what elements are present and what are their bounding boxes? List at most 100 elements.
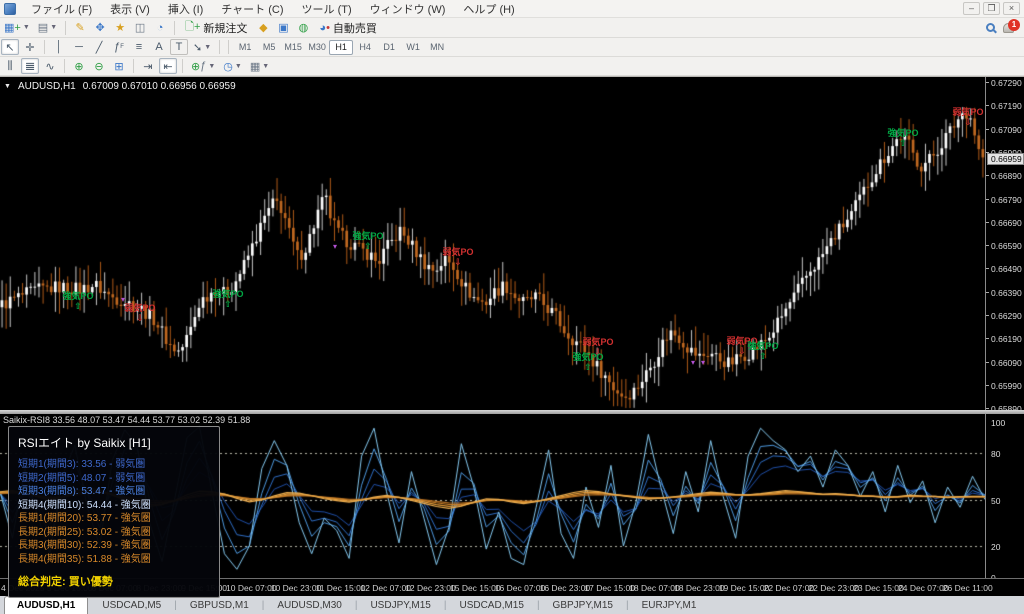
time-axis-label: 12 Dec 07:00	[360, 583, 411, 593]
chart-ohlc: 0.67009 0.67010 0.66956 0.66959	[83, 81, 236, 92]
menu-item[interactable]: ヘルプ (H)	[454, 0, 523, 19]
text-tool-icon[interactable]: A	[150, 39, 168, 55]
minimize-button[interactable]: –	[963, 2, 980, 15]
arrows-tool-icon[interactable]: ➘▼	[190, 39, 214, 55]
chart-tab-gbpjpym15[interactable]: GBPJPY,M15	[541, 597, 625, 614]
zoom-out-icon[interactable]: ⊖	[90, 58, 108, 74]
terminal-icon[interactable]: ◫	[131, 20, 149, 36]
periods-icon[interactable]: ◷▼	[220, 58, 245, 74]
auto-scroll-icon[interactable]: ⇥	[139, 58, 157, 74]
chart-symbol: AUDUSD,H1	[18, 81, 76, 92]
indicator-header: Saikix-RSI8 33.56 48.07 53.47 54.44 53.7…	[3, 415, 250, 425]
timeframe-button-m15[interactable]: M15	[281, 40, 305, 55]
terminal2-icon[interactable]: ▣	[274, 20, 292, 36]
time-axis-label: 24 Dec 07:00	[898, 583, 949, 593]
po-marker-label: 弱気PO	[582, 337, 613, 347]
menu-item[interactable]: ファイル (F)	[22, 0, 101, 19]
timeframe-button-w1[interactable]: W1	[401, 40, 425, 55]
zoom-in-icon[interactable]: ⊕	[70, 58, 88, 74]
timeframe-button-m1[interactable]: M1	[233, 40, 257, 55]
vertical-line-tool-icon[interactable]: │	[50, 39, 68, 55]
timeframe-buttons: M1M5M15M30H1H4D1W1MN	[233, 40, 449, 55]
channel-tool-icon[interactable]: ≡	[130, 39, 148, 55]
timeframe-button-m30[interactable]: M30	[305, 40, 329, 55]
po-marker-bull: 強気PO⇧	[352, 232, 383, 251]
cursor-tool-icon[interactable]: ↖	[1, 39, 19, 55]
menu-item[interactable]: ウィンドウ (W)	[361, 0, 455, 19]
notification-bell-icon[interactable]: 1	[1003, 23, 1014, 33]
auto-trade-button[interactable]: ◕• 自動売買	[313, 19, 383, 36]
indicators-icon[interactable]: ⊕ƒ▼	[188, 58, 218, 74]
restore-button[interactable]: ❐	[983, 2, 1000, 15]
horizontal-line-tool-icon[interactable]: ─	[70, 39, 88, 55]
globe-icon[interactable]: ◍	[294, 20, 312, 36]
time-axis-label: 11 Dec 15:00	[316, 583, 366, 593]
trendline-tool-icon[interactable]: ╱	[90, 39, 108, 55]
chart-window[interactable]: ▼ AUDUSD,H1 0.67009 0.67010 0.66956 0.66…	[0, 76, 1024, 595]
chart-tab-usdjpym15[interactable]: USDJPY,M15	[358, 597, 442, 614]
up-arrow-icon: ⇧	[887, 139, 918, 148]
chart-tab-usdcadm15[interactable]: USDCAD,M15	[447, 597, 535, 614]
time-axis-label: 16 Dec 07:00	[495, 583, 546, 593]
price-axis-label: 0.66590	[991, 241, 1022, 251]
up-arrow-icon: ⇧	[352, 242, 383, 251]
time-axis-label: 10 Dec 07:00	[226, 583, 277, 593]
po-marker-label: 強気PO	[212, 289, 243, 299]
down-arrow-icon: ⇩	[124, 314, 155, 323]
menu-item[interactable]: チャート (C)	[212, 0, 292, 19]
market-watch-icon[interactable]: ✎	[71, 20, 89, 36]
search-icon[interactable]	[986, 23, 995, 32]
fibonacci-tool-icon[interactable]: ƒF	[110, 39, 128, 55]
line-chart-icon[interactable]: ∿	[41, 58, 59, 74]
close-button[interactable]: ×	[1003, 2, 1020, 15]
tile-windows-icon[interactable]: ⊞	[110, 58, 128, 74]
po-marker-bear: 弱気PO⇩	[952, 108, 983, 127]
price-axis-label: 0.65990	[991, 381, 1022, 391]
chart-tab-gbpusdm1[interactable]: GBPUSD,M1	[178, 597, 261, 614]
label-tool-icon[interactable]: T	[170, 39, 188, 55]
chart-collapse-icon[interactable]: ▼	[4, 83, 11, 90]
po-marker-label: 強気PO	[747, 341, 778, 351]
menu-item[interactable]: 表示 (V)	[101, 0, 159, 19]
rsi-panel-row: 短期2(期間5): 48.07 - 弱気圏	[18, 472, 210, 486]
profiles-icon[interactable]: ▤▼	[35, 20, 60, 36]
menu-item[interactable]: 挿入 (I)	[159, 0, 212, 19]
time-axis-label: 12 Dec 23:00	[405, 583, 456, 593]
chart-tab-audusdm30[interactable]: AUDUSD,M30	[265, 597, 353, 614]
timeframe-button-h1[interactable]: H1	[329, 40, 353, 55]
price-axis[interactable]: 0.672900.671900.670900.669900.668900.667…	[985, 77, 1024, 578]
po-marker-label: 強気PO	[572, 352, 603, 362]
app-icon	[4, 3, 16, 15]
timeframe-button-m5[interactable]: M5	[257, 40, 281, 55]
notification-badge: 1	[1008, 19, 1020, 31]
rsi-panel-row: 長期1(期間20): 53.77 - 強気圏	[18, 512, 210, 526]
time-axis-label: 22 Dec 07:00	[764, 583, 815, 593]
new-order-button[interactable]: 🗋+ 新規注文	[179, 19, 253, 36]
chart-tab-audusdh1[interactable]: AUDUSD,H1	[4, 596, 88, 614]
chart-header: ▼ AUDUSD,H1 0.67009 0.67010 0.66956 0.66…	[4, 81, 236, 92]
bar-chart-icon[interactable]: ⫼	[1, 58, 19, 74]
time-axis-label: 10 Dec 23:00	[271, 583, 322, 593]
po-marker-label: 強気PO	[352, 231, 383, 241]
mt4-window: ファイル (F)表示 (V)挿入 (I)チャート (C)ツール (T)ウィンドウ…	[0, 0, 1024, 614]
pane-resize-handle[interactable]	[0, 410, 1024, 414]
crosshair-tool-icon[interactable]: ✛	[21, 39, 39, 55]
time-axis-label: 15 Dec 15:00	[450, 583, 501, 593]
up-arrow-icon: ⇧	[62, 302, 93, 311]
timeframe-button-d1[interactable]: D1	[377, 40, 401, 55]
menu-item[interactable]: ツール (T)	[293, 0, 361, 19]
tester-icon[interactable]: ◔	[151, 20, 169, 36]
navigator-icon[interactable]: ✥	[91, 20, 109, 36]
timeframe-button-h4[interactable]: H4	[353, 40, 377, 55]
po-marker-bear: 弱気PO⇩	[124, 304, 155, 323]
timeframe-button-mn[interactable]: MN	[425, 40, 449, 55]
chart-shift-icon[interactable]: ⇤	[159, 58, 177, 74]
templates-icon[interactable]: ▦▼	[247, 58, 272, 74]
new-chart-icon[interactable]: ▦+▼	[1, 20, 33, 36]
candlestick-chart-icon[interactable]: 𝌆	[21, 58, 39, 74]
rsi-panel-row: 短期3(期間8): 53.47 - 強気圏	[18, 485, 210, 499]
chart-tab-eurjpym1[interactable]: EURJPY,M1	[630, 597, 709, 614]
metaeditor-icon[interactable]: ◆	[254, 20, 272, 36]
favorites-icon[interactable]: ★	[111, 20, 129, 36]
chart-tab-usdcadm5[interactable]: USDCAD,M5	[90, 597, 173, 614]
